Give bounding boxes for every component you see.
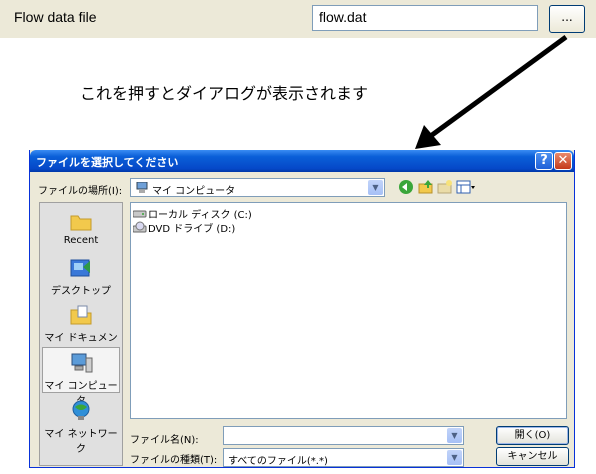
file-name-input[interactable]: ▼ [223,426,464,445]
back-icon[interactable] [398,179,414,195]
recent-folder-icon [70,215,92,231]
file-name: ローカル ディスク (C:) [148,210,252,221]
place-label: デスクトップ [51,286,111,297]
place-label: マイ ネットワーク [44,429,118,455]
place-recent[interactable]: Recent [42,206,120,252]
my-computer-icon [71,353,93,373]
view-menu-icon[interactable] [456,179,476,195]
file-type-value: すべてのファイル(*.*) [228,456,328,467]
places-bar: Recent デスクトップ マイ ドキュメント マイ コンピュータ [39,202,123,466]
chevron-down-icon[interactable]: ▼ [368,180,383,195]
up-folder-icon[interactable] [418,179,434,195]
dvd-drive-icon [133,221,147,233]
place-desktop[interactable]: デスクトップ [42,253,120,299]
dialog-title: ファイルを選択してください [36,156,179,169]
file-list[interactable]: ローカル ディスク (C:) DVD ドライブ (D:) [130,202,567,419]
look-in-label: ファイルの場所(I): [38,186,123,197]
chevron-down-icon[interactable]: ▼ [447,428,462,443]
cancel-button[interactable]: キャンセル [496,447,569,466]
place-label: Recent [63,235,99,246]
file-type-label: ファイルの種類(T): [130,455,218,466]
place-my-network[interactable]: マイ ネットワーク [42,396,120,455]
look-in-value: マイ コンピュータ [152,186,236,197]
look-in-select[interactable]: マイ コンピュータ ▼ [130,178,385,197]
local-disk-icon [133,210,147,218]
desktop-icon [70,259,90,277]
chevron-down-icon[interactable]: ▼ [447,450,462,465]
dialog-titlebar[interactable]: ファイルを選択してください ? ✕ [30,150,574,172]
file-type-select[interactable]: すべてのファイル(*.*) ▼ [223,448,464,467]
open-button[interactable]: 開く(O) [496,426,569,445]
my-computer-icon [136,182,148,193]
my-documents-icon [70,305,92,325]
close-button[interactable]: ✕ [554,152,572,170]
file-name-label: ファイル名(N): [130,435,199,446]
file-name: DVD ドライブ (D:) [148,224,236,235]
place-my-computer[interactable]: マイ コンピュータ [42,347,120,407]
new-folder-icon[interactable] [437,179,453,195]
my-network-icon [72,400,90,420]
help-button[interactable]: ? [535,152,553,170]
file-dialog: ファイルを選択してください ? ✕ ファイルの場所(I): マイ コンピュータ … [29,150,575,468]
place-my-documents[interactable]: マイ ドキュメント [42,300,120,359]
